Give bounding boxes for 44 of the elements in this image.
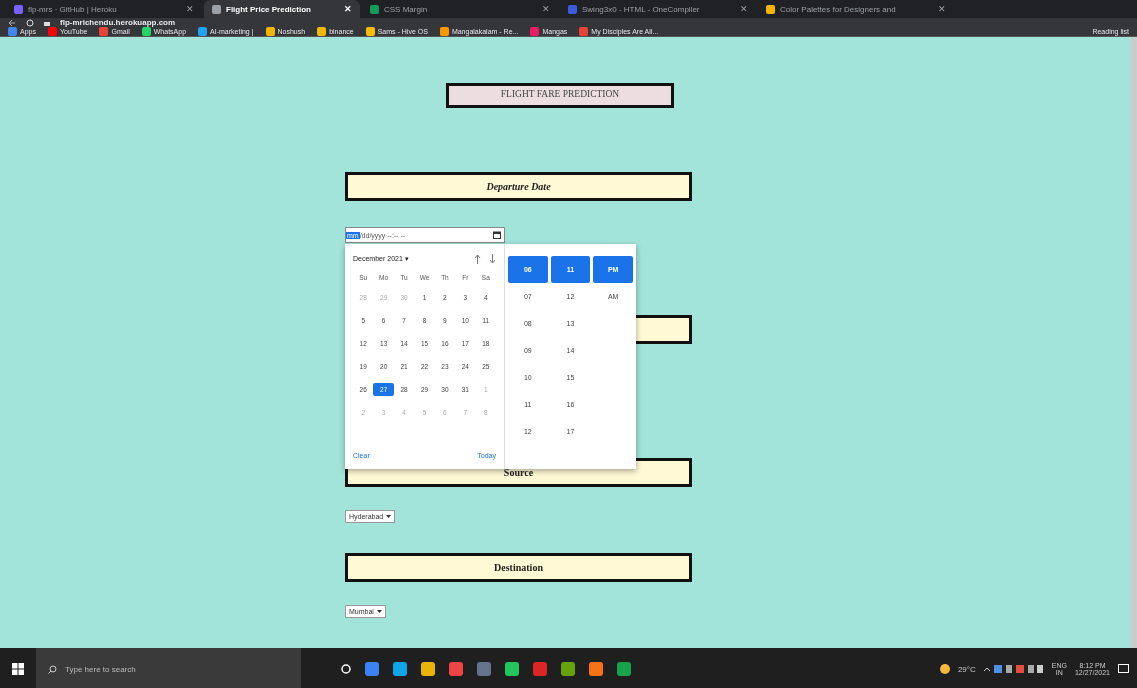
taskbar-app-icon[interactable] [365, 662, 379, 676]
taskbar-app-icon[interactable] [589, 662, 603, 676]
close-icon[interactable]: ✕ [344, 4, 352, 14]
weather-temperature: 29°C [957, 664, 976, 674]
search-icon [48, 664, 57, 674]
favicon-icon [766, 4, 775, 14]
windows-icon[interactable] [12, 663, 24, 675]
reload-icon[interactable] [26, 18, 34, 27]
taskbar-app-icon[interactable] [393, 662, 407, 676]
down-arrow-icon[interactable] [489, 254, 496, 264]
taskbar-app-icon[interactable] [449, 662, 463, 676]
taskbar-app-icon[interactable] [505, 662, 519, 676]
task-view-icon[interactable] [341, 664, 351, 674]
favicon-icon [212, 4, 221, 14]
taskbar-app-icon[interactable] [533, 662, 547, 676]
calendar-icon[interactable] [493, 231, 501, 239]
caret-icon [376, 610, 382, 613]
caret-icon [386, 515, 392, 518]
browser-tab[interactable]: flp-mrs · GitHub | Heroku ✕ [6, 0, 202, 18]
favicon-icon [14, 4, 23, 14]
address-field[interactable]: flp-mrichendu.herokuapp.com [60, 18, 176, 27]
page-title: FLIGHT FARE PREDICTION [446, 83, 674, 108]
browser-tab[interactable]: Color Palettes for Designers and ✕ [758, 0, 954, 18]
favicon-icon [370, 4, 379, 14]
close-icon[interactable]: ✕ [740, 4, 748, 14]
weather-icon [939, 664, 950, 674]
browser-tab[interactable]: CSS Margin ✕ [362, 0, 558, 18]
taskbar-search-field[interactable]: Type here to search [36, 648, 301, 688]
back-icon[interactable] [8, 18, 16, 27]
up-arrow-icon[interactable] [474, 254, 481, 264]
taskbar-app-icon[interactable] [617, 662, 631, 676]
favicon-icon [568, 4, 577, 14]
close-icon[interactable]: ✕ [938, 4, 946, 14]
taskbar-app-icon[interactable] [477, 662, 491, 676]
browser-tab[interactable]: Swing3x0 - HTML - OneCompiler ✕ [560, 0, 756, 18]
section-heading: Destination [345, 553, 692, 582]
taskbar-app-icon[interactable] [421, 662, 435, 676]
taskbar-app-icon[interactable] [561, 662, 575, 676]
section-heading: Departure Date [345, 172, 692, 201]
close-icon[interactable]: ✕ [542, 4, 550, 14]
tray-icons-drawing[interactable] [983, 664, 1044, 674]
notification-icon[interactable] [1118, 664, 1129, 674]
close-icon[interactable]: ✕ [186, 4, 194, 14]
browser-tab[interactable]: Flight Price Prediction ✕ [204, 0, 360, 18]
